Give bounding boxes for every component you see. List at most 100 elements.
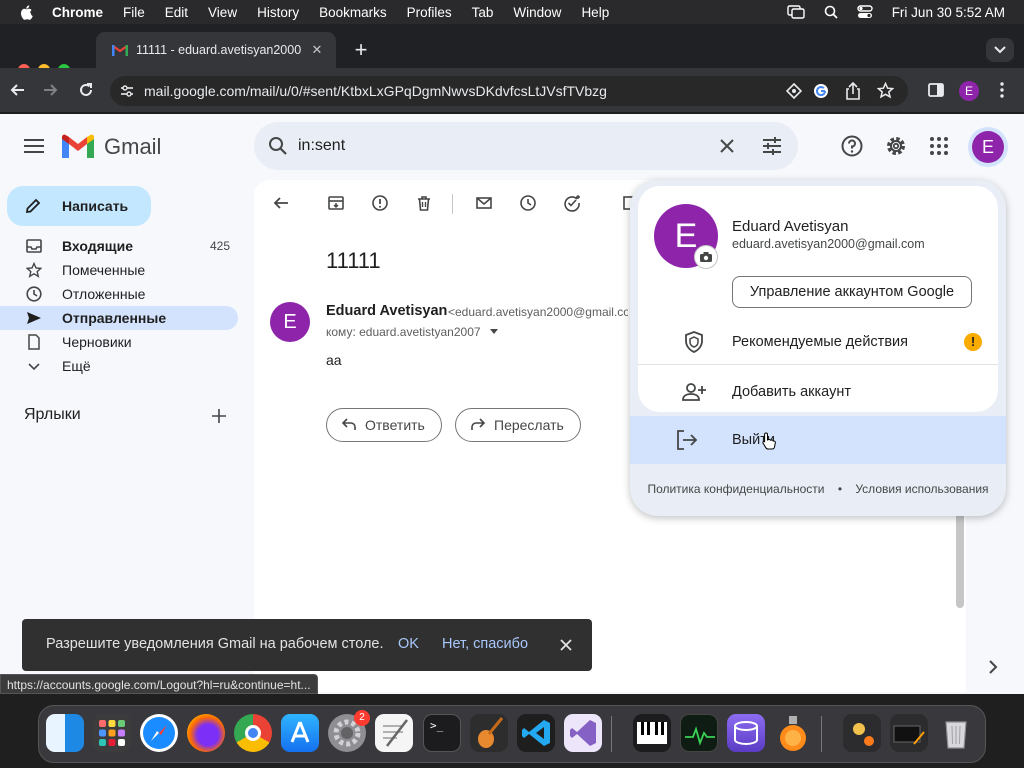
screenshot-icon[interactable] [890,714,928,752]
sidebar-item-starred[interactable]: Помеченные [0,258,238,282]
caret-down-icon[interactable] [489,329,499,335]
menu-view[interactable]: View [208,5,237,20]
launchpad-icon[interactable] [93,714,131,752]
terms-of-service-link[interactable]: Условия использования [855,482,988,496]
search-bar[interactable]: in:sent [254,122,798,170]
sign-out-row[interactable]: Выйти [630,416,1006,464]
flask-icon[interactable] [774,714,812,752]
vscode-icon[interactable] [517,714,555,752]
menu-file[interactable]: File [123,5,145,20]
google-lens-icon[interactable] [813,83,829,99]
menu-window[interactable]: Window [513,5,561,20]
control-center-icon[interactable] [856,5,873,19]
chrome-profile-avatar[interactable]: E [959,81,979,101]
report-spam-icon[interactable] [371,194,389,212]
sidebar-item-snoozed[interactable]: Отложенные [0,282,238,306]
forward-icon[interactable] [40,80,60,100]
gmail-logo-icon[interactable] [62,134,94,158]
draft-icon [28,334,40,350]
preview-icon[interactable] [843,714,881,752]
back-arrow-icon[interactable] [272,194,290,212]
sender-avatar[interactable]: E [270,302,310,342]
sidebar-item-drafts[interactable]: Черновики [0,330,238,354]
menu-history[interactable]: History [257,5,299,20]
url-text: mail.google.com/mail/u/0/#sent/KtbxLxGPq… [144,83,607,99]
menu-profiles[interactable]: Profiles [407,5,452,20]
reply-button[interactable]: Ответить [326,408,442,442]
address-bar[interactable]: mail.google.com/mail/u/0/#sent/KtbxLxGPq… [110,76,908,106]
help-icon[interactable] [841,135,863,157]
close-tab-icon[interactable]: ✕ [308,42,326,58]
finder-icon[interactable] [46,714,84,752]
snackbar-decline-button[interactable]: Нет, спасибо [442,636,528,652]
manage-account-button[interactable]: Управление аккаунтом Google [732,276,972,308]
app-store-icon[interactable] [281,714,319,752]
search-input[interactable]: in:sent [298,137,345,155]
show-side-panel-icon[interactable] [988,660,998,674]
recommended-actions-link[interactable]: Рекомендуемые действия [732,334,908,350]
trash-icon[interactable] [937,714,975,752]
activity-monitor-icon[interactable] [680,714,718,752]
menu-edit[interactable]: Edit [165,5,188,20]
account-avatar[interactable]: E [972,131,1004,163]
garageband-icon[interactable] [470,714,508,752]
browser-tab[interactable]: 11111 - eduard.avetisyan2000 ✕ [96,32,336,68]
share-icon[interactable] [845,82,861,100]
search-icon[interactable] [268,136,288,156]
close-snackbar-icon[interactable] [560,639,572,651]
bookmark-star-icon[interactable] [877,82,894,99]
delete-icon[interactable] [415,194,433,212]
stack-icon[interactable] [727,714,765,752]
chrome-icon[interactable] [234,714,272,752]
menu-help[interactable]: Help [581,5,609,20]
side-panel-icon[interactable] [926,80,946,100]
sidebar-item-sent[interactable]: Отправленные [0,306,238,330]
visual-studio-icon[interactable] [564,714,602,752]
add-account-link[interactable]: Добавить аккаунт [732,384,851,400]
safari-icon[interactable] [140,714,178,752]
sidebar-item-more[interactable]: Ещё [0,354,238,378]
reload-icon[interactable] [76,80,96,100]
menu-tab[interactable]: Tab [472,5,494,20]
main-menu-icon[interactable] [24,138,44,154]
back-icon[interactable] [8,80,28,100]
system-settings-icon[interactable]: 2 [328,710,370,752]
sender-name[interactable]: Eduard Avetisyan [326,303,447,319]
chrome-menu-icon[interactable] [992,80,1012,100]
google-apps-icon[interactable] [930,137,948,155]
change-photo-button[interactable] [694,245,718,269]
site-info-icon[interactable] [120,84,134,98]
extension-diamond-icon[interactable] [786,83,802,99]
terminal-icon[interactable]: >_ [423,714,461,752]
firefox-icon[interactable] [187,714,225,752]
settings-gear-icon[interactable] [885,135,907,157]
clear-search-icon[interactable] [719,138,735,154]
mark-unread-icon[interactable] [475,194,493,212]
add-task-icon[interactable] [563,194,581,212]
snackbar-ok-button[interactable]: OK [398,636,419,652]
add-label-icon[interactable] [212,409,226,423]
sidebar-item-inbox[interactable]: Входящие 425 [0,234,238,258]
privacy-policy-link[interactable]: Политика конфиденциальности [647,482,824,496]
gmail-logo-text[interactable]: Gmail [104,134,161,160]
clock[interactable]: Fri Jun 30 5:52 AM [892,5,1005,20]
reply-label: Ответить [365,417,425,433]
reply-icon [341,418,356,430]
snooze-icon[interactable] [519,194,537,212]
menu-app-name[interactable]: Chrome [52,5,103,20]
forward-button[interactable]: Переслать [455,408,581,442]
textedit-icon[interactable] [375,714,413,752]
new-tab-button[interactable]: + [349,38,373,62]
macos-menubar: Chrome File Edit View History Bookmarks … [0,0,1024,24]
apple-icon[interactable] [19,4,35,20]
macos-dock: 2 >_ [38,705,986,763]
piano-icon[interactable] [633,714,671,752]
tab-search-button[interactable] [986,38,1014,62]
account-name: Eduard Avetisyan [732,218,849,235]
spotlight-search-icon[interactable] [824,5,838,19]
compose-button[interactable]: Написать [7,186,151,226]
menu-bookmarks[interactable]: Bookmarks [319,5,387,20]
screen-mirroring-icon[interactable] [786,5,805,19]
archive-icon[interactable] [327,194,345,212]
search-options-icon[interactable] [762,136,782,156]
